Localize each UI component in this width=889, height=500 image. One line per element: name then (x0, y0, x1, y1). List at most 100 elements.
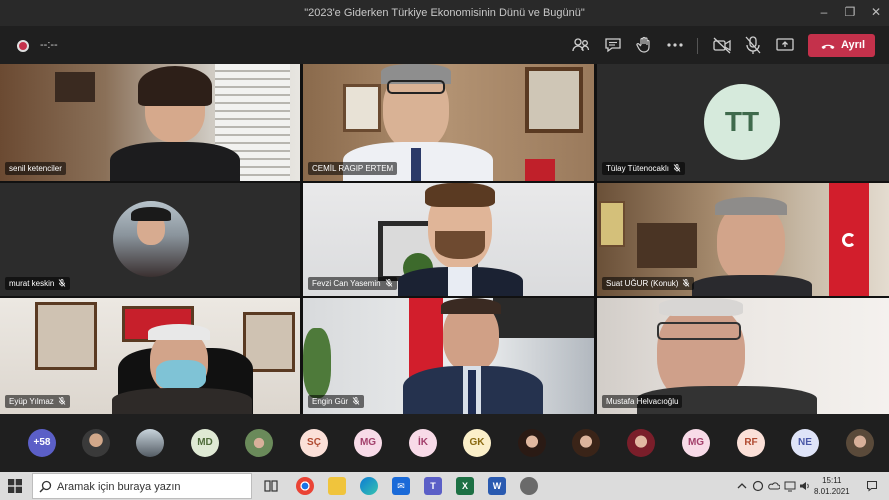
participant-avatar[interactable]: SÇ (300, 429, 328, 457)
more-options-icon[interactable] (664, 34, 686, 56)
meeting-toolbar: --:-- Ayrıl (0, 26, 889, 64)
minimize-icon[interactable]: – (817, 5, 831, 19)
hang-up-icon (821, 44, 835, 49)
participant-name-label: Mustafa Helvacıoğlu (602, 395, 683, 408)
excel-icon[interactable]: X (456, 477, 474, 495)
onedrive-icon[interactable] (768, 480, 780, 492)
overflow-participants-button[interactable]: +58 (28, 429, 56, 457)
participant-beard (435, 231, 485, 259)
video-tile[interactable]: Fevzi Can Yasemin (303, 183, 594, 296)
participant-hair (138, 66, 212, 106)
participant-body (692, 275, 812, 296)
participant-name-label: Suat UĞUR (Konuk) (602, 277, 695, 290)
clock-date: 8.01.2021 (814, 487, 850, 496)
chevron-up-icon[interactable] (736, 480, 748, 492)
recording-icon (17, 40, 29, 52)
participant-hair (425, 183, 495, 207)
participant-name-label: Tülay Tütenocaklı (602, 162, 685, 175)
tie (411, 148, 421, 181)
search-icon (39, 480, 52, 493)
tie (468, 370, 476, 414)
participant-name-label: Fevzi Can Yasemin (308, 277, 397, 290)
camera-off-icon[interactable] (711, 34, 733, 56)
mic-off-icon (59, 279, 66, 287)
word-icon[interactable]: W (488, 477, 506, 495)
task-view-icon[interactable] (264, 480, 278, 492)
participant-avatar[interactable] (136, 429, 164, 457)
participant-hair (715, 197, 787, 215)
maximize-icon[interactable]: ❐ (843, 5, 857, 19)
toolbar-divider (697, 38, 698, 54)
close-icon[interactable]: ✕ (869, 5, 883, 19)
wall-frame (55, 72, 95, 102)
participant-name-label: murat keskin (5, 277, 71, 290)
participant-avatar[interactable]: GK (463, 429, 491, 457)
chrome-icon[interactable] (296, 477, 314, 495)
share-screen-icon[interactable] (774, 34, 796, 56)
participant-body (110, 142, 240, 181)
app-tray-icon[interactable] (752, 480, 764, 492)
participant-avatar[interactable]: İK (409, 429, 437, 457)
mic-off-icon (352, 397, 360, 405)
teams-icon[interactable]: T (424, 477, 442, 495)
file-explorer-icon[interactable] (328, 477, 346, 495)
participant-hair (659, 298, 743, 316)
window-title: "2023'e Giderken Türkiye Ekonomisinin Dü… (304, 7, 585, 19)
windows-taskbar: Aramak için buraya yazın ✉ T X W 15:11 8… (0, 472, 889, 500)
volume-icon[interactable] (799, 480, 811, 492)
participant-avatar[interactable] (572, 429, 600, 457)
app-icon[interactable] (520, 477, 538, 495)
participant-avatar[interactable] (82, 429, 110, 457)
participant-strip: +58 MD SÇ MG İK GK MG RF NE (0, 414, 889, 472)
shirt (448, 267, 472, 296)
plant (303, 328, 331, 398)
raise-hand-icon[interactable] (633, 34, 655, 56)
wall-artwork (493, 298, 594, 338)
participant-avatar[interactable] (245, 429, 273, 457)
clock-time: 15:11 (822, 476, 842, 485)
video-tile[interactable]: TT Tülay Tütenocaklı (597, 64, 889, 181)
participant-avatar: TT (704, 84, 780, 160)
participant-name-label: Eyüp Yılmaz (5, 395, 70, 408)
participant-avatar[interactable]: NE (791, 429, 819, 457)
participant-hair (441, 298, 501, 314)
portrait-frame (525, 67, 583, 133)
video-tile[interactable]: CEMİL RAGIP ERTEM (303, 64, 594, 181)
video-tile[interactable]: Eyüp Yılmaz (0, 298, 300, 414)
participant-avatar[interactable] (627, 429, 655, 457)
windows-start-icon[interactable] (8, 479, 22, 493)
participant-face (717, 203, 785, 283)
participant-hair (148, 324, 210, 340)
mic-off-icon (58, 397, 66, 405)
leave-label: Ayrıl (841, 39, 866, 51)
participant-avatar[interactable] (518, 429, 546, 457)
flag-crescent (842, 233, 856, 247)
wall-frame (599, 201, 625, 247)
participant-avatar[interactable]: MD (191, 429, 219, 457)
video-tile[interactable]: murat keskin (0, 183, 300, 296)
participant-avatar[interactable]: MG (682, 429, 710, 457)
glasses (387, 80, 445, 94)
mic-off-icon[interactable] (742, 34, 764, 56)
participant-name-label: Engin Gür (308, 395, 365, 408)
notification-icon[interactable] (866, 480, 878, 492)
participants-icon[interactable] (570, 34, 592, 56)
video-tile[interactable]: Suat UĞUR (Konuk) (597, 183, 889, 296)
participant-avatar[interactable]: RF (737, 429, 765, 457)
mic-off-icon (683, 279, 690, 287)
chat-icon[interactable] (602, 34, 624, 56)
glasses (657, 322, 741, 340)
mail-icon[interactable]: ✉ (392, 477, 410, 495)
mic-off-icon (673, 164, 681, 172)
video-tile[interactable]: Engin Gür (303, 298, 594, 414)
leave-button[interactable]: Ayrıl (808, 34, 875, 57)
network-icon[interactable] (784, 480, 796, 492)
participant-avatar[interactable] (846, 429, 874, 457)
video-grid: senil ketenciler CEMİL RAGIP ERTEM TT Tü… (0, 64, 889, 414)
video-tile[interactable]: senil ketenciler (0, 64, 300, 181)
taskbar-clock[interactable]: 15:11 8.01.2021 (814, 475, 850, 497)
edge-icon[interactable] (360, 477, 378, 495)
taskbar-search-box[interactable]: Aramak için buraya yazın (32, 473, 252, 499)
participant-avatar[interactable]: MG (354, 429, 382, 457)
video-tile[interactable]: Mustafa Helvacıoğlu (597, 298, 889, 414)
